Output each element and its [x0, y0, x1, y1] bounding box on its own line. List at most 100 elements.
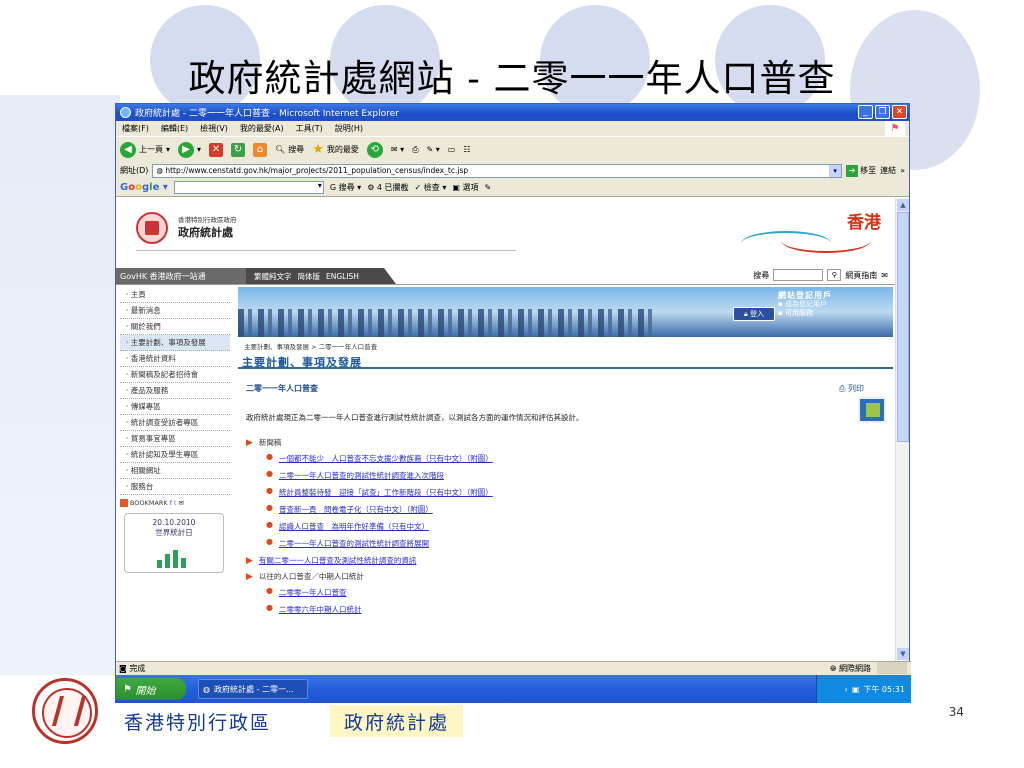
news-link[interactable]: 二零一一年人口普查的測試性統計調查將展開: [279, 538, 429, 549]
scroll-thumb[interactable]: [897, 212, 909, 442]
bookmark-button[interactable]: BOOKMARK f t ✉: [120, 499, 230, 507]
tray-arrow-icon[interactable]: ‹: [845, 685, 848, 694]
menu-edit[interactable]: 編輯(E): [161, 123, 188, 134]
search-button[interactable]: 🔍︎ 搜尋: [275, 144, 304, 155]
section-header: 主要計劃、事項及發展: [238, 351, 893, 369]
sidebar-item-trade[interactable]: · 貿易事宜專區: [120, 431, 230, 447]
sidebar-item-respondents[interactable]: · 統計調查受訪者專區: [120, 415, 230, 431]
news-link[interactable]: 認識人口普查 為明年作好準備（只有中文）: [279, 521, 429, 532]
stop-icon[interactable]: ✕: [209, 142, 224, 157]
sidebar-item-press[interactable]: · 新聞稿及記者招待會: [120, 367, 230, 383]
back-button[interactable]: ◀ 上一頁 ▾: [120, 141, 170, 158]
close-button[interactable]: ✕: [892, 105, 907, 119]
scroll-down-icon[interactable]: ▼: [897, 648, 909, 660]
sidebar-item-about[interactable]: · 關於我們: [120, 319, 230, 335]
pencil-icon[interactable]: ✎: [484, 183, 491, 192]
home-icon[interactable]: ⌂: [253, 142, 268, 157]
reg-link-services[interactable]: ▪ 可用服務: [778, 309, 888, 318]
go-button[interactable]: ➔ 移至: [846, 164, 876, 177]
forward-button[interactable]: ▶ ▾: [178, 141, 201, 158]
scroll-up-icon[interactable]: ▲: [897, 199, 909, 211]
google-logo[interactable]: Google ▾: [120, 182, 168, 193]
vertical-scrollbar[interactable]: ▲ ▼: [895, 198, 909, 661]
lang-text-only[interactable]: 繁體純文字: [254, 271, 292, 282]
sidebar-item-media[interactable]: · 傳媒專區: [120, 399, 230, 415]
breadcrumb[interactable]: 主要計劃、事項及發展 > 二零一一年人口普查: [244, 341, 377, 351]
refresh-icon[interactable]: ↻: [231, 142, 246, 157]
menu-file[interactable]: 檔案(F): [122, 123, 149, 134]
print-icon[interactable]: ⎙: [412, 145, 418, 155]
past-census-link[interactable]: 二零零六年中期人口統計: [279, 604, 362, 615]
dept-name[interactable]: 政府統計處: [178, 224, 233, 240]
start-button[interactable]: ⚑ 開始: [116, 678, 186, 700]
google-popup-blocker[interactable]: ⚙ 4 已攔截: [367, 182, 408, 193]
mail-icon[interactable]: ✉: [881, 271, 888, 280]
taskbar-item-browser[interactable]: ◍ 政府統計處 - 二零一...: [198, 679, 308, 699]
page-viewport: 香港特別行政區政府 政府統計處 香港 GovHK 香港政府一站通 繁體純文字 简…: [116, 198, 896, 661]
sidebar-item-major-projects[interactable]: · 主要計劃、事項及發展: [120, 335, 230, 351]
sidebar-item-hk-statistics[interactable]: · 香港統計資料: [120, 351, 230, 367]
reg-link-become[interactable]: ▪ 成為登記用戶: [778, 300, 888, 309]
edit-icon[interactable]: ✎ ▾: [427, 145, 440, 154]
sidebar-item-news[interactable]: · 最新消息: [120, 303, 230, 319]
research-icon[interactable]: ☷: [463, 145, 470, 154]
links-label[interactable]: 連結: [880, 165, 896, 176]
login-button[interactable]: 🔒︎ 登入: [733, 307, 775, 321]
news-link[interactable]: 統計員整裝待發 迎接「試查」工作新階段（只有中文）（附圖）: [279, 487, 493, 498]
list-item[interactable]: ● 二零一一年人口普查的測試性統計調查進入次階段: [266, 470, 886, 481]
lang-simplified[interactable]: 简体版: [298, 271, 321, 282]
google-search-button[interactable]: G 搜尋 ▾: [330, 182, 361, 193]
past-census-link[interactable]: 二零零一年人口普查: [279, 587, 347, 598]
news-link[interactable]: 普查新一頁 問卷電子化（只有中文）（附圖）: [279, 504, 433, 515]
world-statistics-day-banner[interactable]: 20.10.2010 世界統計日: [124, 513, 224, 573]
event-name: 世界統計日: [155, 528, 193, 537]
lang-english[interactable]: ENGLISH: [326, 272, 359, 281]
sidebar-item-links[interactable]: · 相關網址: [120, 463, 230, 479]
menu-help[interactable]: 說明(H): [335, 123, 363, 134]
twitter-icon: t: [173, 499, 177, 507]
list-item[interactable]: ● 認識人口普查 為明年作好準備（只有中文）: [266, 521, 886, 532]
top-nav-bar: GovHK 香港政府一站通 繁體純文字 简体版 ENGLISH 搜尋 ⚲ 網頁指…: [116, 268, 896, 285]
sidebar-item-service-desk[interactable]: · 服務台: [120, 479, 230, 495]
list-item[interactable]: ● 二零零一年人口普查: [266, 587, 886, 598]
govhk-link[interactable]: GovHK 香港政府一站通: [116, 268, 246, 284]
menu-favorites[interactable]: 我的最愛(A): [240, 123, 284, 134]
print-button[interactable]: ⎙ 列印: [839, 383, 864, 394]
address-dropdown-icon[interactable]: ▾: [829, 164, 842, 177]
main-content: 二零一一年人口普查 ⎙ 列印 政府統計處現正為二零一一年人口普查進行測試性統計調…: [246, 383, 886, 621]
list-item[interactable]: ● 二零零六年中期人口統計: [266, 604, 886, 615]
sidebar-item-literacy[interactable]: · 統計認知及學生專區: [120, 447, 230, 463]
chevron-right-icon[interactable]: »: [900, 166, 905, 175]
history-icon[interactable]: ⟲: [366, 141, 383, 158]
footer-hksar: 香港特別行政區: [124, 712, 272, 734]
sidebar-item-home[interactable]: · 主頁: [120, 287, 230, 303]
page-icon: ◍: [156, 166, 166, 175]
site-guide-link[interactable]: 網頁指南: [845, 270, 877, 281]
more-info-link[interactable]: 有關二零一一人口普查及測試性統計調查的資訊: [259, 555, 417, 566]
restore-button[interactable]: ❐: [875, 105, 890, 119]
menu-tools[interactable]: 工具(T): [296, 123, 323, 134]
list-item[interactable]: ● 一個都不能少 人口普查不忘支援少數族裔（只有中文）（附圖）: [266, 453, 886, 464]
footer-dept: 政府統計處: [330, 705, 464, 737]
google-options-button[interactable]: ▣ 選項: [452, 182, 478, 193]
minimize-button[interactable]: _: [858, 105, 873, 119]
google-check-button[interactable]: ✓ 檢查 ▾: [415, 182, 447, 193]
brand-hk-logo[interactable]: 香港: [847, 208, 881, 233]
list-item[interactable]: ● 普查新一頁 問卷電子化（只有中文）（附圖）: [266, 504, 886, 515]
address-input[interactable]: ◍ http://www.censtatd.gov.hk/major_proje…: [152, 163, 843, 178]
search-icon[interactable]: ⚲: [827, 269, 842, 281]
site-search-input[interactable]: [773, 269, 824, 281]
sidebar-item-products[interactable]: · 產品及服務: [120, 383, 230, 399]
news-header: ▶ 新聞稿: [246, 437, 282, 448]
folder-icon[interactable]: ▭: [448, 145, 456, 154]
mail-icon[interactable]: ✉ ▾: [391, 145, 404, 154]
google-search-input[interactable]: [173, 181, 324, 194]
news-link[interactable]: 一個都不能少 人口普查不忘支援少數族裔（只有中文）（附圖）: [279, 453, 493, 464]
list-item[interactable]: ● 二零一一年人口普查的測試性統計調查將展開: [266, 538, 886, 549]
news-link[interactable]: 二零一一年人口普查的測試性統計調查進入次階段: [279, 470, 444, 481]
favorites-button[interactable]: ★ 我的最愛: [312, 142, 359, 157]
menu-view[interactable]: 檢視(V): [200, 123, 228, 134]
windows-flag-icon: ⚑: [124, 683, 132, 695]
network-icon[interactable]: ▣: [852, 685, 860, 694]
list-item[interactable]: ● 統計員整裝待發 迎接「試查」工作新階段（只有中文）（附圖）: [266, 487, 886, 498]
